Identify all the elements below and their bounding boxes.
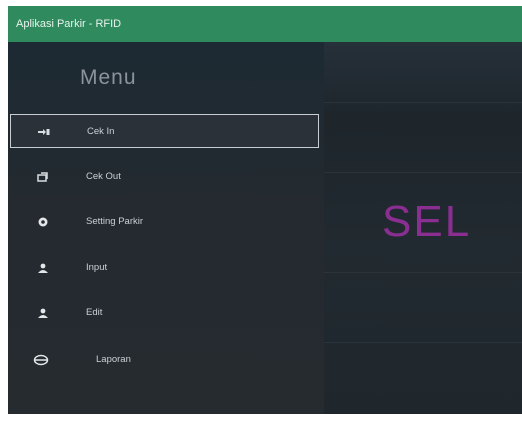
window-titlebar: Aplikasi Parkir - RFID: [8, 6, 522, 42]
user-edit-icon: [36, 307, 50, 319]
divider: [324, 102, 522, 103]
menu-item-label: Setting Parkir: [86, 216, 144, 227]
sign-in-icon: [37, 126, 51, 138]
menu-item-cek-out[interactable]: Cek Out: [10, 160, 319, 194]
divider: [324, 342, 522, 343]
report-icon: [32, 354, 50, 366]
menu-item-cek-in[interactable]: Cek In: [10, 114, 319, 148]
menu-item-label: Cek In: [87, 126, 115, 137]
menu-heading: Menu: [80, 66, 137, 89]
menu-item-setting-parkir[interactable]: Setting Parkir: [10, 205, 319, 239]
menu-item-input[interactable]: Input: [10, 251, 319, 285]
gear-icon: [36, 216, 50, 228]
menu-item-label: Cek Out: [86, 171, 121, 182]
menu-item-edit[interactable]: Edit: [10, 296, 319, 330]
sign-out-icon: [36, 171, 50, 183]
divider: [324, 172, 522, 173]
menu-item-label: Laporan: [96, 354, 131, 365]
main-content: SEL: [324, 42, 522, 414]
app-window: Aplikasi Parkir - RFID Menu Cek In Cek O…: [8, 6, 522, 414]
welcome-banner: SEL: [382, 197, 472, 246]
user-add-icon: [36, 262, 50, 274]
divider: [324, 272, 522, 273]
menu-item-label: Edit: [86, 307, 103, 318]
menu-item-label: Input: [86, 262, 108, 273]
sidebar: Menu Cek In Cek Out Setting Parkir Input…: [8, 42, 324, 414]
menu-item-laporan[interactable]: Laporan: [10, 343, 319, 377]
